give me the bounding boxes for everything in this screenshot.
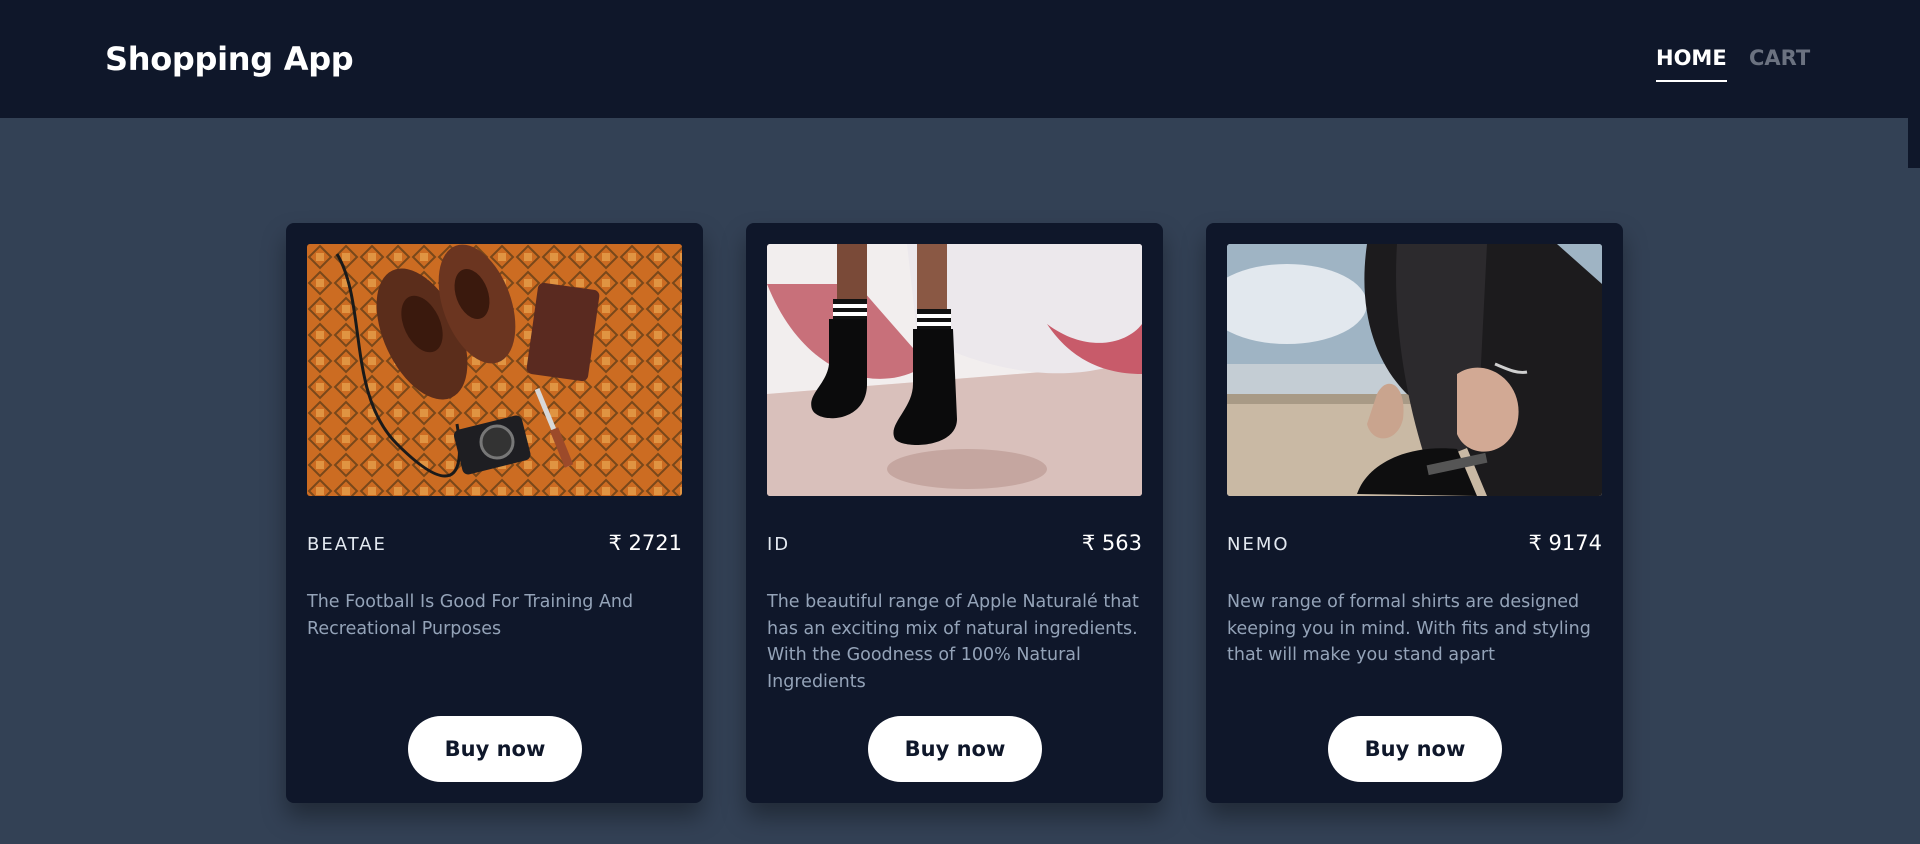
scrollbar-thumb[interactable] bbox=[1908, 118, 1920, 168]
product-price: ₹ 563 bbox=[1081, 531, 1142, 555]
product-description: The beautiful range of Apple Naturalé th… bbox=[767, 592, 1139, 692]
product-image bbox=[307, 244, 682, 496]
product-price: ₹ 2721 bbox=[608, 531, 682, 555]
product-name: ID bbox=[767, 534, 791, 555]
product-card: ID ₹ 563 The beautiful range of Apple Na… bbox=[746, 223, 1163, 803]
product-image bbox=[767, 244, 1142, 496]
product-grid: BEATAE ₹ 2721 The Football Is Good For T… bbox=[286, 223, 1623, 803]
product-card: NEMO ₹ 9174 New range of formal shirts a… bbox=[1206, 223, 1623, 803]
buy-now-button[interactable]: Buy now bbox=[1328, 716, 1502, 782]
product-name: NEMO bbox=[1227, 534, 1290, 555]
nav-home-link[interactable]: HOME bbox=[1656, 46, 1727, 82]
product-image bbox=[1227, 244, 1602, 496]
product-price: ₹ 9174 bbox=[1528, 531, 1602, 555]
product-description: The Football Is Good For Training And Re… bbox=[307, 592, 634, 639]
navbar: Shopping App HOME CART bbox=[0, 0, 1920, 118]
product-name: BEATAE bbox=[307, 534, 387, 555]
product-description: New range of formal shirts are designed … bbox=[1227, 592, 1591, 665]
brand-logo[interactable]: Shopping App bbox=[105, 40, 354, 78]
product-card: BEATAE ₹ 2721 The Football Is Good For T… bbox=[286, 223, 703, 803]
nav-cart-link[interactable]: CART bbox=[1749, 46, 1810, 70]
buy-now-button[interactable]: Buy now bbox=[408, 716, 582, 782]
buy-now-button[interactable]: Buy now bbox=[868, 716, 1042, 782]
